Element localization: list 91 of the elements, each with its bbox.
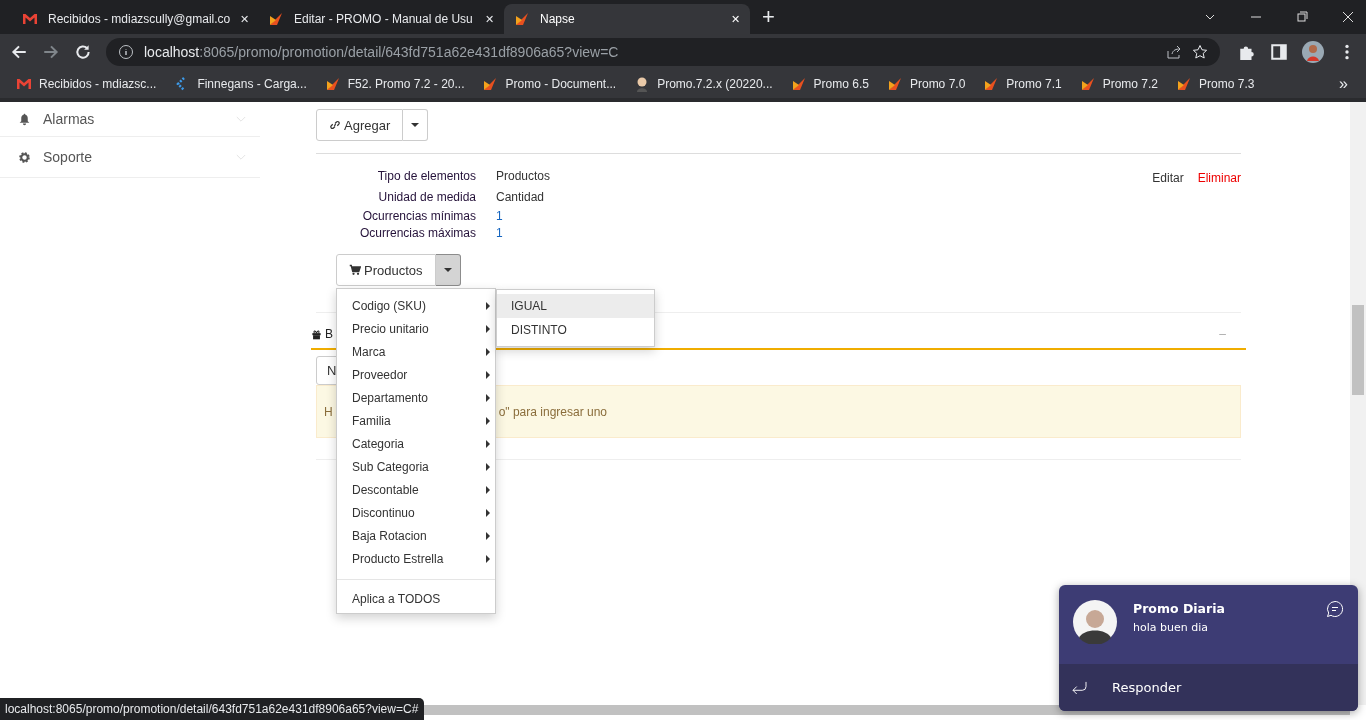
info-icon xyxy=(118,44,134,60)
more-bookmarks-icon[interactable]: » xyxy=(1339,75,1348,93)
submenu-arrow-icon xyxy=(486,324,490,333)
bookmark[interactable]: Promo 7.2 xyxy=(1079,76,1159,92)
close-icon[interactable] xyxy=(1342,11,1354,23)
reload-icon[interactable] xyxy=(74,43,92,61)
value-link[interactable]: 1 xyxy=(496,226,551,240)
chevron-down-icon xyxy=(236,153,246,161)
bookmark[interactable]: Finnegans - Carga... xyxy=(174,76,307,92)
edit-link[interactable]: Editar xyxy=(1152,171,1184,240)
sidebar-item[interactable]: Alarmas xyxy=(0,102,260,137)
reply-button[interactable]: Responder xyxy=(1059,664,1358,711)
back-icon[interactable] xyxy=(10,43,28,61)
mail-icon xyxy=(22,11,38,27)
close-icon[interactable]: ✕ xyxy=(485,12,494,26)
dropdown-button[interactable] xyxy=(435,254,461,286)
field-label: Ocurrencias máximas xyxy=(358,226,476,240)
submenu-arrow-icon xyxy=(486,347,490,356)
bookmark[interactable]: F52. Promo 7.2 - 20... xyxy=(324,76,465,92)
star-icon[interactable] xyxy=(1192,44,1208,60)
close-icon[interactable]: ✕ xyxy=(731,12,740,26)
menu-item[interactable]: Departamento xyxy=(337,386,495,409)
field-value: Productos xyxy=(496,168,551,185)
gear-icon xyxy=(18,150,31,164)
new-tab-icon[interactable]: + xyxy=(762,4,775,30)
submenu-arrow-icon xyxy=(486,462,490,471)
reply-icon xyxy=(1071,681,1088,694)
close-icon[interactable]: ✕ xyxy=(240,12,250,26)
submenu-arrow-icon xyxy=(486,301,490,310)
menu-item[interactable]: Sub Categoria xyxy=(337,455,495,478)
add-button[interactable]: Agregar xyxy=(316,109,404,141)
link-icon xyxy=(329,119,341,131)
menu-item[interactable]: Descontable xyxy=(337,478,495,501)
browser-tab[interactable]: Editar - PROMO - Manual de Usu ✕ xyxy=(258,4,504,34)
submenu-arrow-icon xyxy=(486,393,490,402)
avatar-icon[interactable] xyxy=(1302,41,1324,63)
menu-item[interactable]: Categoria xyxy=(337,432,495,455)
address-bar[interactable]: localhost:8065/promo/promotion/detail/643fd751a62e431df8906a65?view=C xyxy=(106,38,1220,66)
bookmark[interactable]: Recibidos - mdiazsc... xyxy=(16,76,157,92)
bookmark[interactable]: Promo 7.0 xyxy=(886,76,966,92)
bookmark[interactable]: Promo - Document... xyxy=(482,76,617,92)
submenu-arrow-icon xyxy=(486,416,490,425)
submenu-arrow-icon xyxy=(486,531,490,540)
bell-icon xyxy=(18,112,31,126)
sidebar-item[interactable]: Soporte xyxy=(0,137,260,178)
delete-link[interactable]: Eliminar xyxy=(1197,171,1241,240)
cart-icon xyxy=(349,264,361,276)
menu-item[interactable]: IGUAL xyxy=(497,294,654,318)
value-link[interactable]: 1 xyxy=(496,209,551,223)
menu-item[interactable]: Aplica a TODOS xyxy=(337,587,495,610)
scrollbar-thumb[interactable] xyxy=(1352,305,1364,395)
field-value: Cantidad xyxy=(496,189,546,206)
sidebar-icon[interactable] xyxy=(1270,43,1288,61)
bookmark[interactable]: Promo 7.3 xyxy=(1176,76,1255,92)
mail-icon xyxy=(16,76,32,92)
bookmark[interactable]: Promo 6.5 xyxy=(790,76,869,92)
bookmark[interactable]: Promo 7.1 xyxy=(983,76,1062,92)
submenu-arrow-icon xyxy=(486,485,490,494)
bookmark[interactable]: Promo.7.2.x (20220... xyxy=(634,76,773,92)
submenu-arrow-icon xyxy=(486,508,490,517)
menu-item[interactable]: Familia xyxy=(337,409,495,432)
menu-item[interactable]: Precio unitario xyxy=(337,317,495,340)
notification-title: Promo Diaria xyxy=(1133,601,1226,616)
menu-item[interactable]: Producto Estrella xyxy=(337,547,495,570)
menu-item[interactable]: Codigo (SKU) xyxy=(337,294,495,317)
status-url: localhost:8065/promo/promotion/detail/643fd751a62e431df8906a65?view=C# xyxy=(0,698,425,720)
field-label: Unidad de medida xyxy=(377,189,476,206)
submenu-arrow-icon xyxy=(486,370,490,379)
caret-icon xyxy=(411,123,420,127)
section-title: B xyxy=(325,327,333,341)
menu-item[interactable]: Baja Rotacion xyxy=(337,524,495,547)
field-label: Tipo de elementos xyxy=(376,168,476,185)
submenu-arrow-icon xyxy=(486,439,490,448)
alert-text: H xyxy=(324,404,333,419)
browser-tab[interactable]: Napse ✕ xyxy=(504,4,750,34)
menu-item[interactable]: DISTINTO xyxy=(497,318,654,342)
products-button[interactable]: Productos xyxy=(336,254,436,286)
dropdown-button[interactable] xyxy=(403,109,429,141)
restore-icon[interactable] xyxy=(1296,11,1308,23)
browser-tab[interactable]: Recibidos - mdiazscully@gmail.co ✕ xyxy=(12,4,258,34)
alert-text: o" para ingresar uno xyxy=(498,404,607,419)
share-icon[interactable] xyxy=(1166,44,1182,60)
notification-message: hola buen dia xyxy=(1133,621,1209,634)
forward-icon[interactable] xyxy=(42,43,60,61)
chat-icon[interactable] xyxy=(1326,600,1344,618)
menu-item[interactable]: Discontinuo xyxy=(337,501,495,524)
chevron-down-icon xyxy=(236,115,246,123)
field-label: Ocurrencias mínimas xyxy=(361,209,476,223)
gift-icon xyxy=(311,328,322,340)
caret-icon xyxy=(443,268,452,272)
submenu-arrow-icon xyxy=(486,554,490,563)
